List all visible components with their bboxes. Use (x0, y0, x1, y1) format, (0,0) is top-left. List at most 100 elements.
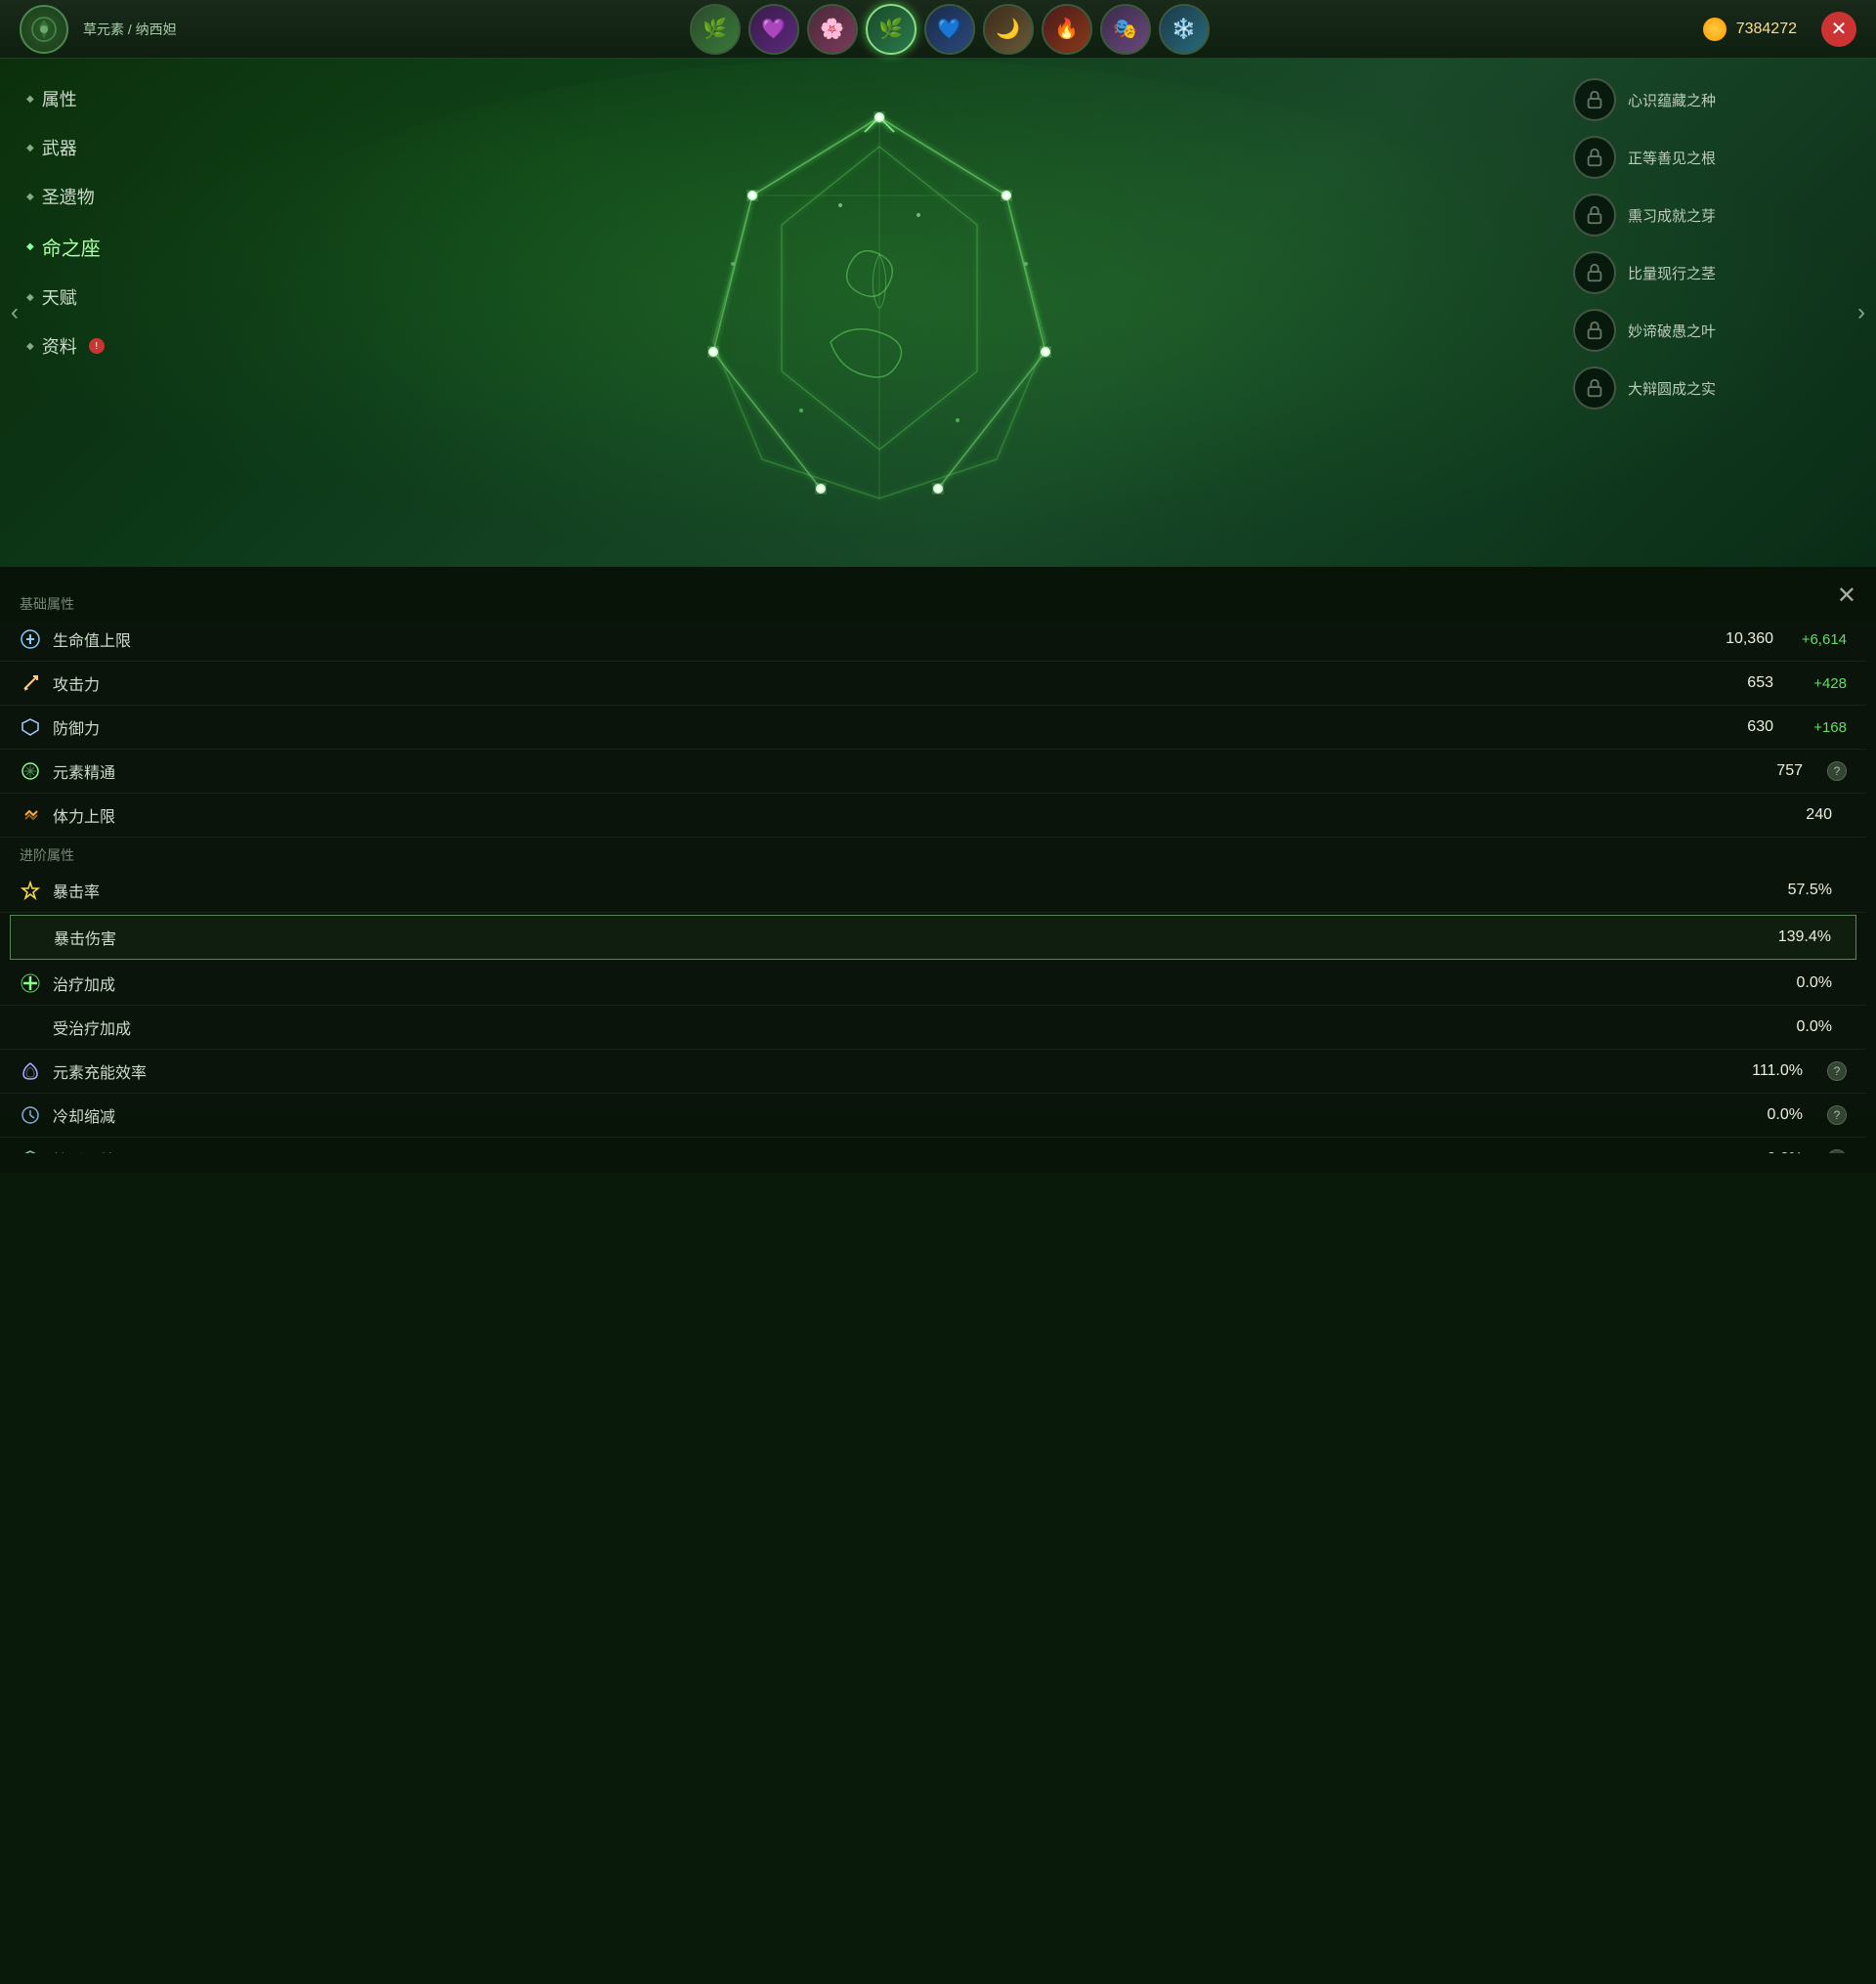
stats-row-er: 元素充能效率 111.0% ? (0, 1050, 1866, 1094)
const-lock-4 (1573, 251, 1616, 294)
char-avatar-2[interactable]: 💜 (748, 4, 799, 55)
stats-row-stamina: 体力上限 240 (0, 794, 1866, 838)
def-icon (20, 716, 41, 738)
atk-value: 653 (1747, 674, 1773, 692)
shield-icon (20, 1148, 41, 1153)
atk-label: 攻击力 (53, 671, 1747, 695)
nav-item-weapon[interactable]: ◆ 武器 (15, 127, 181, 168)
cd-value: 0.0% (1768, 1106, 1803, 1124)
constellation-diagram (635, 68, 1124, 557)
const-lock-6 (1573, 367, 1616, 410)
stats-row-heal: 治疗加成 0.0% (0, 962, 1866, 1006)
character-list: 🌿 💜 🌸 🌿 💙 🌙 🔥 🎭 ❄️ (196, 4, 1703, 55)
critdmg-label: 暴击伤害 (54, 926, 1778, 949)
header: 草元素 / 纳西妲 🌿 💜 🌸 🌿 💙 🌙 🔥 🎭 ❄️ 7384272 ✕ (0, 0, 1876, 59)
stats-close-button[interactable]: ✕ (1837, 582, 1856, 610)
main-area: ‹ ◆ 属性 ◆ 武器 ◆ 圣遗物 ◆ 命之座 ◆ 天赋 ◆ 资料 ! (0, 59, 1876, 567)
hp-value: 10,360 (1726, 630, 1773, 648)
healrecv-label: 受治疗加成 (53, 1015, 1797, 1039)
right-arrow[interactable]: › (1847, 283, 1876, 342)
char-avatar-9[interactable]: ❄️ (1159, 4, 1210, 55)
char-avatar-3[interactable]: 🌸 (807, 4, 858, 55)
heal-value: 0.0% (1797, 974, 1832, 992)
constellation-item-1[interactable]: 心识蕴藏之种 (1573, 78, 1856, 121)
stats-row-shield: 护盾强效 0.0% ? (0, 1138, 1866, 1153)
currency-icon (1703, 18, 1727, 41)
er-help[interactable]: ? (1827, 1061, 1847, 1081)
er-value: 111.0% (1752, 1062, 1803, 1080)
game-logo (20, 5, 68, 54)
nav-diamond-4: ◆ (26, 241, 34, 252)
stats-row-cd: 冷却缩减 0.0% ? (0, 1094, 1866, 1138)
cd-icon (20, 1104, 41, 1126)
nav-label-2: 武器 (42, 135, 77, 160)
cd-help[interactable]: ? (1827, 1105, 1847, 1125)
cd-label: 冷却缩减 (53, 1103, 1768, 1127)
const-name-3: 熏习成就之芽 (1628, 205, 1716, 226)
header-right: 7384272 ✕ (1703, 12, 1856, 47)
stats-row-critdmg: 暴击伤害 139.4% (10, 915, 1856, 960)
hp-icon (20, 628, 41, 650)
er-icon (20, 1060, 41, 1082)
stats-row-def: 防御力 630 +168 (0, 706, 1866, 750)
breadcrumb: 草元素 / 纳西妲 (83, 20, 177, 39)
constellation-item-2[interactable]: 正等善见之根 (1573, 136, 1856, 179)
def-bonus: +168 (1788, 719, 1847, 736)
constellation-item-6[interactable]: 大辩圆成之实 (1573, 367, 1856, 410)
left-nav: ◆ 属性 ◆ 武器 ◆ 圣遗物 ◆ 命之座 ◆ 天赋 ◆ 资料 ! (0, 59, 195, 567)
constellation-item-5[interactable]: 妙谛破愚之叶 (1573, 309, 1856, 352)
stats-row-atk: 攻击力 653 +428 (0, 662, 1866, 706)
const-lock-2 (1573, 136, 1616, 179)
heal-icon (20, 972, 41, 994)
nav-item-artifacts[interactable]: ◆ 圣遗物 (15, 176, 181, 217)
const-lock-1 (1573, 78, 1616, 121)
mastery-label: 元素精通 (53, 759, 1776, 783)
stats-row-critrate: 暴击率 57.5% (0, 869, 1866, 913)
char-avatar-1[interactable]: 🌿 (690, 4, 741, 55)
nav-diamond-6: ◆ (26, 341, 34, 352)
nav-label-4: 命之座 (42, 233, 101, 261)
nav-item-info[interactable]: ◆ 资料 ! (15, 325, 181, 367)
char-avatar-5[interactable]: 💙 (924, 4, 975, 55)
left-arrow[interactable]: ‹ (0, 283, 29, 342)
atk-icon (20, 672, 41, 694)
stamina-icon (20, 804, 41, 826)
char-avatar-4[interactable]: 🌿 (866, 4, 917, 55)
heal-label: 治疗加成 (53, 971, 1797, 995)
nav-item-attributes[interactable]: ◆ 属性 (15, 78, 181, 119)
mastery-value: 757 (1776, 762, 1803, 780)
mastery-help[interactable]: ? (1827, 761, 1847, 781)
stats-scroll-area[interactable]: 基础属性 生命值上限 10,360 +6,614 攻击力 653 (0, 586, 1866, 1153)
constellation-svg (635, 68, 1124, 557)
nav-item-talents[interactable]: ◆ 天赋 (15, 277, 181, 318)
stats-panel: ✕ 基础属性 生命值上限 10,360 +6,614 攻 (0, 567, 1876, 1173)
constellation-item-4[interactable]: 比量现行之茎 (1573, 251, 1856, 294)
stamina-value: 240 (1806, 806, 1832, 824)
const-name-1: 心识蕴藏之种 (1628, 90, 1716, 110)
er-label: 元素充能效率 (53, 1059, 1752, 1083)
def-value: 630 (1747, 718, 1773, 736)
char-avatar-7[interactable]: 🔥 (1042, 4, 1092, 55)
info-badge: ! (89, 338, 105, 354)
critdmg-value: 139.4% (1778, 928, 1831, 946)
close-button[interactable]: ✕ (1821, 12, 1856, 47)
const-name-6: 大辩圆成之实 (1628, 378, 1716, 399)
shield-help[interactable]: ? (1827, 1149, 1847, 1153)
hp-bonus: +6,614 (1788, 631, 1847, 648)
critrate-label: 暴击率 (53, 879, 1788, 902)
char-avatar-6[interactable]: 🌙 (983, 4, 1034, 55)
atk-bonus: +428 (1788, 675, 1847, 692)
nav-item-constellation[interactable]: ◆ 命之座 (15, 225, 181, 269)
constellation-list: 心识蕴藏之种 正等善见之根 熏习成就之芽 (1563, 59, 1876, 567)
mastery-icon (20, 760, 41, 782)
stats-row-mastery: 元素精通 757 ? (0, 750, 1866, 794)
constellation-item-3[interactable]: 熏习成就之芽 (1573, 194, 1856, 237)
stats-row-hp: 生命值上限 10,360 +6,614 (0, 618, 1866, 662)
basic-stats-title: 基础属性 (0, 586, 1866, 618)
nav-label-6: 资料 (42, 333, 77, 359)
nav-label-1: 属性 (42, 86, 77, 111)
nav-diamond-1: ◆ (26, 94, 34, 105)
stats-row-healrecv: 受治疗加成 0.0% (0, 1006, 1866, 1050)
char-avatar-8[interactable]: 🎭 (1100, 4, 1151, 55)
shield-value: 0.0% (1768, 1150, 1803, 1153)
